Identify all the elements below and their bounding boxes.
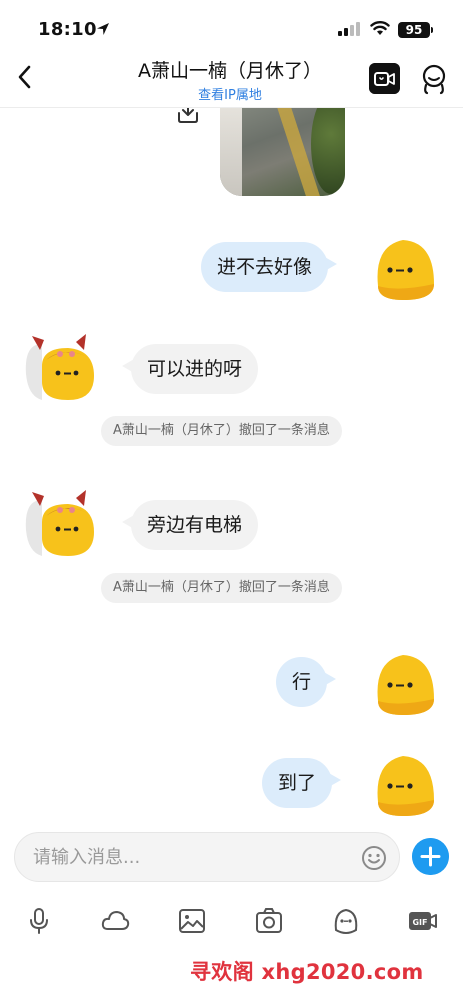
image-detail bbox=[220, 108, 242, 196]
gif-icon[interactable]: GIF bbox=[408, 906, 438, 936]
image-message-thumbnail[interactable] bbox=[220, 108, 345, 196]
cloud-icon[interactable] bbox=[100, 906, 130, 936]
recall-notice: A萧山一楠（月休了）撤回了一条消息 bbox=[101, 573, 342, 603]
image-icon[interactable] bbox=[177, 906, 207, 936]
emoji-face-icon[interactable] bbox=[331, 906, 361, 936]
battery-tip bbox=[431, 27, 433, 33]
contact-avatar-icon[interactable] bbox=[20, 330, 98, 402]
back-chevron-icon[interactable] bbox=[12, 62, 38, 92]
contact-name[interactable]: A萧山一楠（月休了） bbox=[80, 56, 380, 83]
microphone-icon[interactable] bbox=[24, 906, 54, 936]
watermark-text: 寻欢阁 xhg2020.com bbox=[190, 960, 424, 984]
emoji-picker-icon[interactable] bbox=[361, 845, 387, 871]
image-detail bbox=[311, 108, 345, 194]
add-attachment-button[interactable] bbox=[412, 838, 449, 875]
chat-header: A萧山一楠（月休了） 查看IP属地 bbox=[0, 54, 463, 108]
cellular-signal-icon bbox=[338, 22, 360, 36]
wifi-icon bbox=[370, 21, 390, 35]
camera-icon[interactable] bbox=[254, 906, 284, 936]
svg-text:GIF: GIF bbox=[412, 918, 427, 927]
status-time: 18:10 bbox=[38, 19, 97, 40]
contact-avatar-icon[interactable] bbox=[20, 486, 98, 558]
battery-indicator: 95 bbox=[398, 22, 430, 38]
my-avatar-icon[interactable] bbox=[368, 752, 438, 822]
input-toolbar: GIF bbox=[0, 900, 463, 944]
video-call-icon[interactable] bbox=[369, 63, 400, 94]
location-arrow-icon bbox=[97, 23, 109, 35]
download-icon[interactable] bbox=[176, 108, 200, 124]
status-bar: 18:10 95 bbox=[0, 0, 463, 54]
message-input[interactable] bbox=[33, 833, 353, 881]
my-avatar-icon[interactable] bbox=[368, 236, 438, 306]
message-list[interactable]: 进不去好像 可以进的呀 A萧山一楠（月休了）撤回了一条消息 旁边有电梯 A萧山一… bbox=[0, 108, 463, 828]
view-ip-location-link[interactable]: 查看IP属地 bbox=[80, 84, 380, 103]
incoming-message-bubble[interactable]: 可以进的呀 bbox=[121, 344, 259, 394]
message-input-container[interactable] bbox=[14, 832, 400, 882]
my-avatar-icon[interactable] bbox=[368, 651, 438, 721]
contact-profile-icon[interactable] bbox=[420, 63, 448, 95]
outgoing-message-bubble[interactable]: 进不去好像 bbox=[201, 242, 338, 292]
outgoing-message-bubble[interactable]: 到了 bbox=[262, 758, 342, 808]
incoming-message-bubble[interactable]: 旁边有电梯 bbox=[121, 500, 259, 550]
outgoing-message-bubble[interactable]: 行 bbox=[276, 657, 337, 707]
recall-notice: A萧山一楠（月休了）撤回了一条消息 bbox=[101, 416, 342, 446]
